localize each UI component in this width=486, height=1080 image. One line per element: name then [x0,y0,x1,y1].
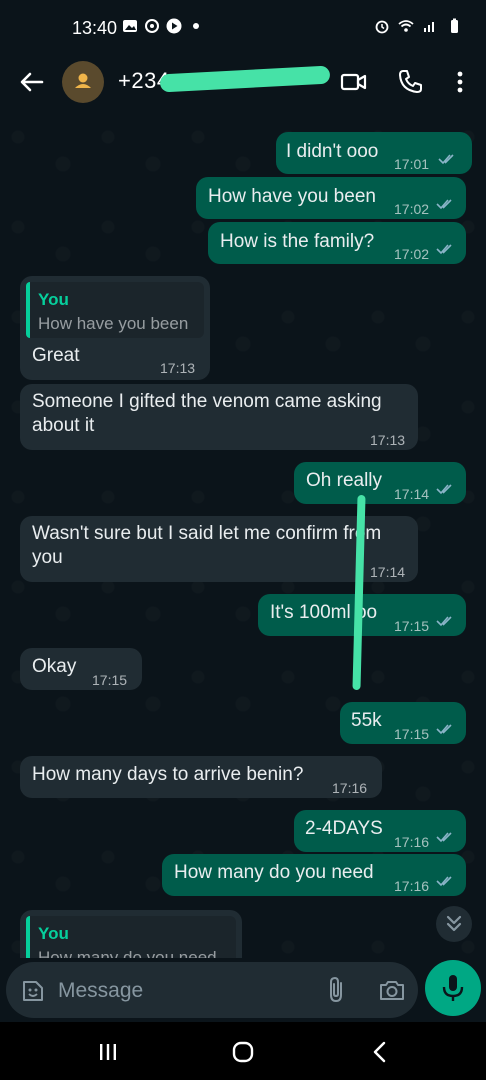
message-time: 17:01 [394,156,430,172]
message-text: How have you been [208,186,376,207]
quote-author: You [38,924,69,943]
message-time: 17:14 [394,486,430,502]
message-incoming[interactable]: Someone I gifted the venom came asking a… [20,384,418,450]
read-ticks-icon [436,616,452,627]
read-ticks-icon [436,484,452,495]
scroll-to-bottom-button[interactable] [436,906,472,942]
message-outgoing[interactable]: How many do you need 17:16 [162,854,466,896]
camera-icon[interactable] [378,978,406,1002]
status-notification-icons [122,18,204,34]
dot-notification-icon [193,23,199,29]
attach-icon[interactable] [324,976,350,1004]
read-ticks-icon [436,876,452,887]
message-time: 17:15 [92,672,128,688]
message-outgoing[interactable]: 55k 17:15 [340,702,466,744]
message-text: 55k [351,710,382,731]
emoji-icon[interactable] [20,978,46,1004]
read-ticks-icon [436,244,452,255]
message-outgoing[interactable]: How have you been 17:02 [196,177,466,219]
redaction-scribble [159,65,331,93]
quoted-message[interactable]: You How many do you need [26,916,236,958]
message-incoming[interactable]: Okay 17:15 [20,648,142,690]
message-time: 17:02 [394,246,430,262]
gallery-notification-icon [123,20,137,32]
mic-icon [442,975,464,1001]
message-text: How many days to arrive benin? [32,764,304,785]
voice-record-button[interactable] [425,960,481,1016]
message-incoming[interactable]: How many days to arrive benin? 17:16 [20,756,382,798]
status-bar: 13:40 [0,0,486,58]
system-navigation-bar [0,1022,486,1080]
play-notification-icon [166,18,182,34]
scroll-down-icon [446,915,462,932]
message-time: 17:15 [394,618,430,634]
contact-avatar[interactable] [62,61,104,103]
message-time: 17:13 [160,360,196,376]
quote-text: How many do you need [38,948,217,958]
chat-header: +234 [0,58,486,110]
message-text: Someone I gifted the venom came asking a… [32,391,382,436]
message-text: Okay [32,656,77,677]
message-outgoing[interactable]: How is the family? 17:02 [208,222,466,264]
message-time: 17:15 [394,726,430,742]
battery-icon [451,18,458,33]
chat-messages[interactable]: I didn't ooo 17:01 How have you been 17:… [0,110,486,958]
quoted-message[interactable]: You How have you been [26,282,204,338]
message-time: 17:16 [332,780,368,796]
message-input[interactable] [56,976,300,1006]
read-ticks-icon [436,199,452,210]
home-icon[interactable] [231,1040,255,1064]
message-input-container[interactable] [6,962,418,1018]
quote-author: You [38,290,69,309]
compose-bar [0,958,486,1022]
read-ticks-icon [436,724,452,735]
wifi-icon [398,20,414,32]
avatar-icon [75,73,91,88]
status-system-icons [374,18,462,34]
message-time: 17:02 [394,201,430,217]
message-outgoing[interactable]: 2-4DAYS 17:16 [294,810,466,852]
message-text: How many do you need [174,862,374,883]
read-ticks-icon [436,832,452,843]
message-time: 17:16 [394,878,430,894]
message-outgoing[interactable]: I didn't ooo 17:01 [276,132,472,174]
more-options-icon[interactable] [446,68,474,96]
message-text: How is the family? [220,231,375,252]
message-outgoing[interactable]: Oh really 17:14 [294,462,466,504]
quote-accent-bar [26,916,30,958]
message-text: I didn't ooo [286,141,379,162]
signal-icon [424,22,434,32]
status-time: 13:40 [72,18,118,38]
quote-text: How have you been [38,314,189,333]
message-time: 17:14 [370,564,406,580]
system-back-icon[interactable] [368,1040,392,1064]
message-incoming[interactable]: You How have you been Great 17:13 [20,276,210,380]
message-time: 17:13 [370,432,406,448]
video-call-icon[interactable] [340,68,368,96]
message-incoming[interactable]: You How many do you need [20,910,242,958]
message-time: 17:16 [394,834,430,850]
phone-icon[interactable] [396,68,424,96]
quote-accent-bar [26,282,30,338]
message-text: Great [32,345,80,366]
message-text: 2-4DAYS [305,818,383,839]
message-text: Wasn't sure but I said let me confirm fr… [32,523,381,568]
read-ticks-icon [438,154,454,165]
recent-apps-icon[interactable] [96,1040,120,1064]
alarm-icon [375,20,389,34]
message-text: Oh really [306,470,383,491]
pinwheel-notification-icon [145,19,159,33]
back-arrow-icon[interactable] [18,68,46,96]
